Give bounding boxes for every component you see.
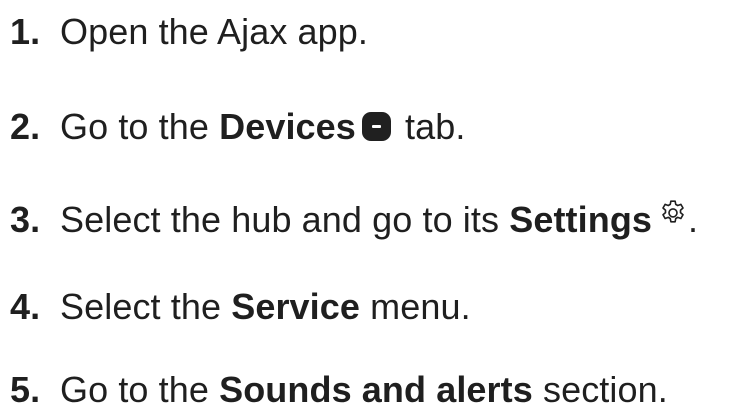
step-2: 2. Go to the Devices tab.: [10, 105, 465, 149]
step-number: 2.: [10, 106, 41, 147]
step-text-end: menu.: [360, 286, 471, 327]
step-5: 5. Go to the Sounds and alerts section.: [10, 368, 668, 412]
step-number: 1.: [10, 11, 41, 52]
devices-tab-icon: [361, 112, 391, 141]
gear-icon: [658, 198, 688, 228]
step-text: Open the Ajax app.: [60, 11, 369, 52]
step-number: 4.: [10, 286, 41, 327]
step-3: 3. Select the hub and go to its Settings.: [10, 198, 698, 242]
settings-label: Settings: [509, 199, 653, 240]
step-number: 3.: [10, 199, 41, 240]
sounds-alerts-label: Sounds and alerts: [219, 369, 533, 410]
devices-label: Devices: [219, 106, 356, 147]
step-text: Select the hub and go to its: [60, 199, 510, 240]
step-1: 1. Open the Ajax app.: [10, 10, 368, 54]
step-text: Go to the: [60, 106, 220, 147]
service-label: Service: [231, 286, 361, 327]
step-text-end: .: [688, 199, 699, 240]
step-text: Go to the: [60, 369, 220, 410]
step-text-end: tab.: [394, 106, 466, 147]
step-number: 5.: [10, 369, 41, 410]
step-text: Select the: [60, 286, 232, 327]
step-4: 4. Select the Service menu.: [10, 285, 471, 329]
step-text-end: section.: [532, 369, 668, 410]
